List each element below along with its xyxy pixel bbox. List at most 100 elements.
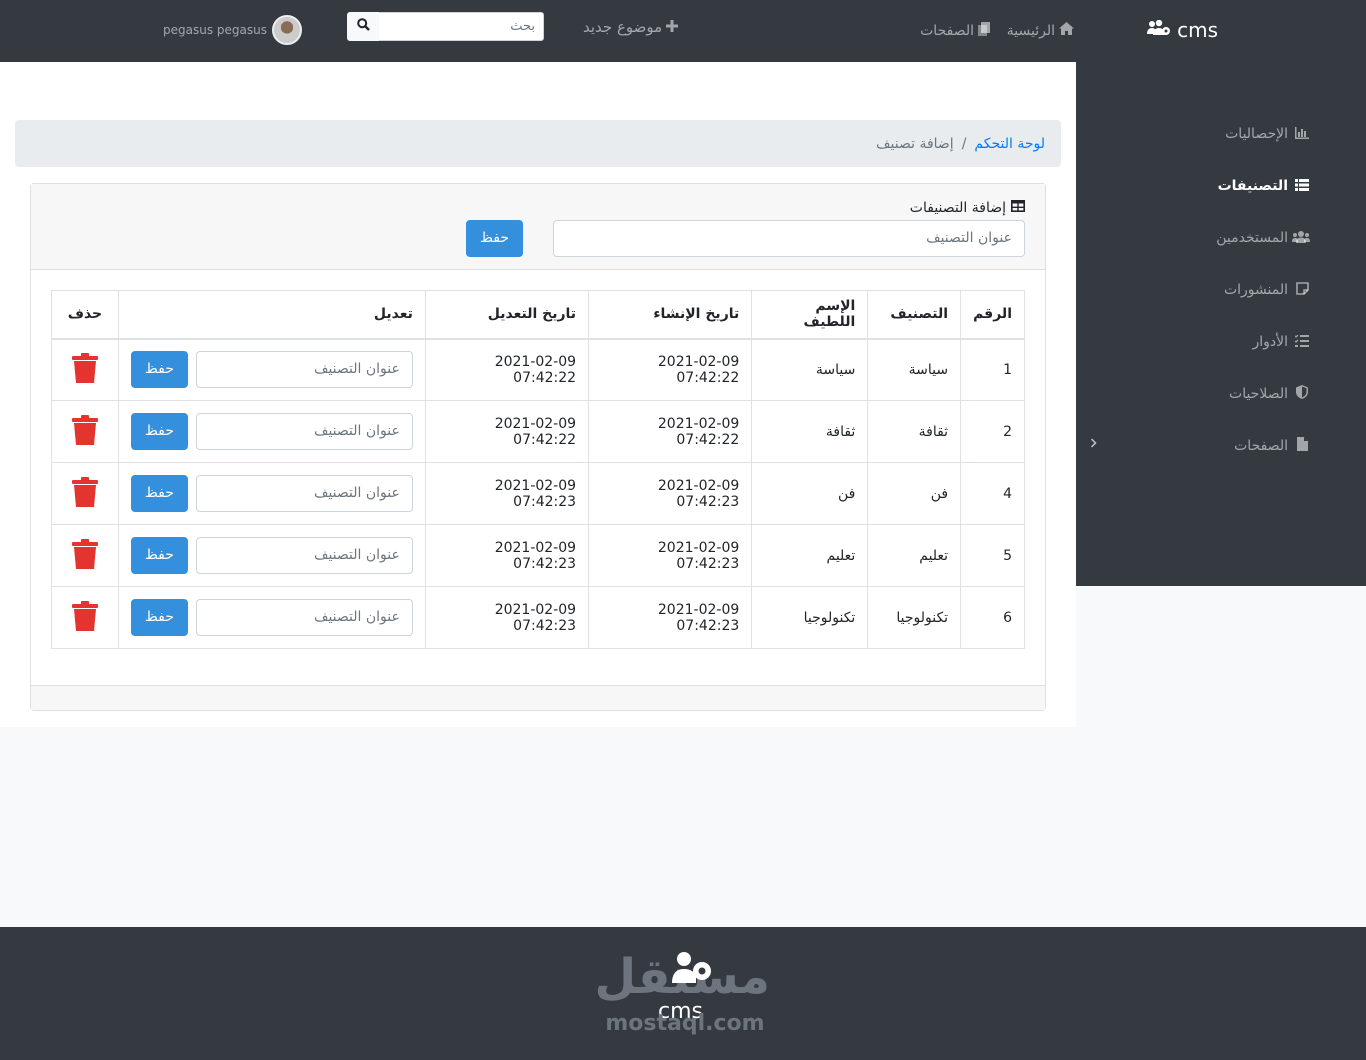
breadcrumb-separator: / <box>961 135 967 152</box>
nav-pages-link[interactable]: الصفحات <box>920 22 990 40</box>
cell-updated: 2021-02-09 07:42:22 <box>424 338 590 401</box>
category-title-input[interactable]: عنوان التصنيف <box>553 220 1025 257</box>
cell-created: 2021-02-09 07:42:22 <box>588 338 753 401</box>
table-row: 1 سياسة سياسة 2021-02-09 07:42:22 2021-0… <box>51 338 1025 401</box>
cell-edit: عنوان التصنيفحفظ <box>117 586 426 649</box>
cell-category: سياسة <box>867 338 962 401</box>
cell-slug: فن <box>751 462 869 525</box>
nav-home-link[interactable]: الرئيسية <box>1007 22 1074 39</box>
user-name: pegasus pegasus <box>163 23 267 37</box>
edit-category-input[interactable]: عنوان التصنيف <box>195 537 413 574</box>
edit-category-input[interactable]: عنوان التصنيف <box>195 413 413 450</box>
cell-created: 2021-02-09 07:42:23 <box>588 462 753 525</box>
cell-edit: عنوان التصنيفحفظ <box>117 524 426 587</box>
categories-card: إضافة التصنيفات عنوان التصنيف حفظ الرقم … <box>30 183 1046 711</box>
list-icon <box>1294 178 1310 194</box>
cell-category: تكنولوجيا <box>867 586 962 649</box>
table-row: 6 تكنولوجيا تكنولوجيا 2021-02-09 07:42:2… <box>51 586 1025 649</box>
trash-icon[interactable] <box>71 600 98 635</box>
edit-save-button[interactable]: حفظ <box>130 475 188 512</box>
header-edit: تعديل <box>117 290 426 340</box>
cell-created: 2021-02-09 07:42:23 <box>588 586 753 649</box>
save-category-button[interactable]: حفظ <box>466 220 523 257</box>
sidebar-item-label: الأدوار <box>1252 334 1288 350</box>
cell-num: 2 <box>960 400 1025 463</box>
sidebar-collapse-toggle[interactable] <box>1090 437 1097 452</box>
sidebar-item-users[interactable]: المستخدمين <box>1216 230 1310 246</box>
new-topic-link[interactable]: موضوع جديد <box>583 18 679 36</box>
table-row: 2 ثقافة ثقافة 2021-02-09 07:42:22 2021-0… <box>51 400 1025 463</box>
edit-category-input[interactable]: عنوان التصنيف <box>195 351 413 389</box>
main-content: لوحة التحكم / إضافة تصنيف إضافة التصنيفا… <box>0 62 1076 727</box>
users-icon <box>1292 230 1310 246</box>
cell-edit: عنوان التصنيفحفظ <box>117 400 426 463</box>
mostaql-logo: مستقل cms mostaql.com <box>594 949 771 1044</box>
card-header: إضافة التصنيفات عنوان التصنيف حفظ <box>31 184 1045 270</box>
sidebar-item-roles[interactable]: الأدوار <box>1252 334 1310 350</box>
categories-table: الرقم التصنيف الإسم اللطيف تاريخ الإنشاء… <box>51 290 1025 649</box>
breadcrumb: لوحة التحكم / إضافة تصنيف <box>15 120 1061 167</box>
cell-category: فن <box>867 462 962 525</box>
sidebar-item-label: الصفحات <box>1234 437 1288 454</box>
file-icon <box>1294 437 1310 454</box>
cell-delete <box>51 524 119 587</box>
cell-updated: 2021-02-09 07:42:23 <box>424 586 590 649</box>
edit-category-input[interactable]: عنوان التصنيف <box>195 599 413 636</box>
sidebar-item-categories[interactable]: التصنيفات <box>1218 178 1310 194</box>
sidebar-item-permissions[interactable]: الصلاحيات <box>1229 385 1310 402</box>
new-topic-label: موضوع جديد <box>583 18 663 36</box>
search-input[interactable]: بحث <box>378 12 544 41</box>
cell-created: 2021-02-09 07:42:22 <box>588 400 753 463</box>
edit-save-button[interactable]: حفظ <box>130 351 188 389</box>
brand[interactable]: cms <box>1147 18 1218 42</box>
sidebar-item-label: الإحصاليات <box>1225 126 1288 142</box>
copy-icon <box>978 22 990 40</box>
cell-edit: عنوان التصنيفحفظ <box>117 462 426 525</box>
sidebar-item-statistics[interactable]: الإحصاليات <box>1225 126 1310 142</box>
header-created: تاريخ الإنشاء <box>588 290 753 340</box>
user-menu[interactable]: pegasus pegasus <box>163 15 302 45</box>
chart-icon <box>1294 126 1310 142</box>
cell-num: 4 <box>960 462 1025 525</box>
cell-category: تعليم <box>867 524 962 587</box>
cell-created: 2021-02-09 07:42:23 <box>588 524 753 587</box>
cell-num: 6 <box>960 586 1025 649</box>
sidebar-item-pages[interactable]: الصفحات <box>1234 437 1310 454</box>
table-row: 4 فن فن 2021-02-09 07:42:23 2021-02-09 0… <box>51 462 1025 525</box>
top-navbar: cms الرئيسية الصفحات موضوع جديد بحث pega… <box>0 0 1366 62</box>
edit-save-button[interactable]: حفظ <box>130 537 188 574</box>
brand-name: cms <box>1177 18 1218 42</box>
chevron-right-icon <box>1090 437 1097 452</box>
table-icon <box>1011 200 1025 216</box>
table-header-row: الرقم التصنيف الإسم اللطيف تاريخ الإنشاء… <box>51 290 1025 340</box>
users-cog-icon <box>1147 19 1171 40</box>
search-button[interactable] <box>347 12 379 41</box>
header-category: التصنيف <box>867 290 962 340</box>
cell-slug: تكنولوجيا <box>751 586 869 649</box>
sticky-note-icon <box>1294 282 1310 298</box>
header-delete: حذف <box>51 290 119 340</box>
breadcrumb-current: إضافة تصنيف <box>876 135 954 152</box>
sidebar-item-posts[interactable]: المنشورات <box>1224 282 1310 298</box>
sidebar-item-label: المستخدمين <box>1216 230 1288 246</box>
users-cog-icon <box>672 949 712 987</box>
trash-icon[interactable] <box>71 352 98 387</box>
trash-icon[interactable] <box>71 538 98 573</box>
edit-save-button[interactable]: حفظ <box>130 599 188 636</box>
cell-delete <box>51 586 119 649</box>
breadcrumb-home-link[interactable]: لوحة التحكم <box>974 136 1045 152</box>
trash-icon[interactable] <box>71 414 98 449</box>
cell-delete <box>51 462 119 525</box>
sidebar-item-label: التصنيفات <box>1217 178 1288 194</box>
tasks-icon <box>1294 334 1310 350</box>
card-footer <box>31 685 1045 710</box>
plus-icon <box>666 18 679 36</box>
nav-home-label: الرئيسية <box>1006 22 1055 39</box>
cell-slug: تعليم <box>751 524 869 587</box>
card-title: إضافة التصنيفات <box>910 200 1025 216</box>
trash-icon[interactable] <box>71 476 98 511</box>
search-icon <box>356 18 370 35</box>
edit-category-input[interactable]: عنوان التصنيف <box>195 475 413 512</box>
cell-slug: سياسة <box>751 338 869 401</box>
edit-save-button[interactable]: حفظ <box>130 413 188 450</box>
